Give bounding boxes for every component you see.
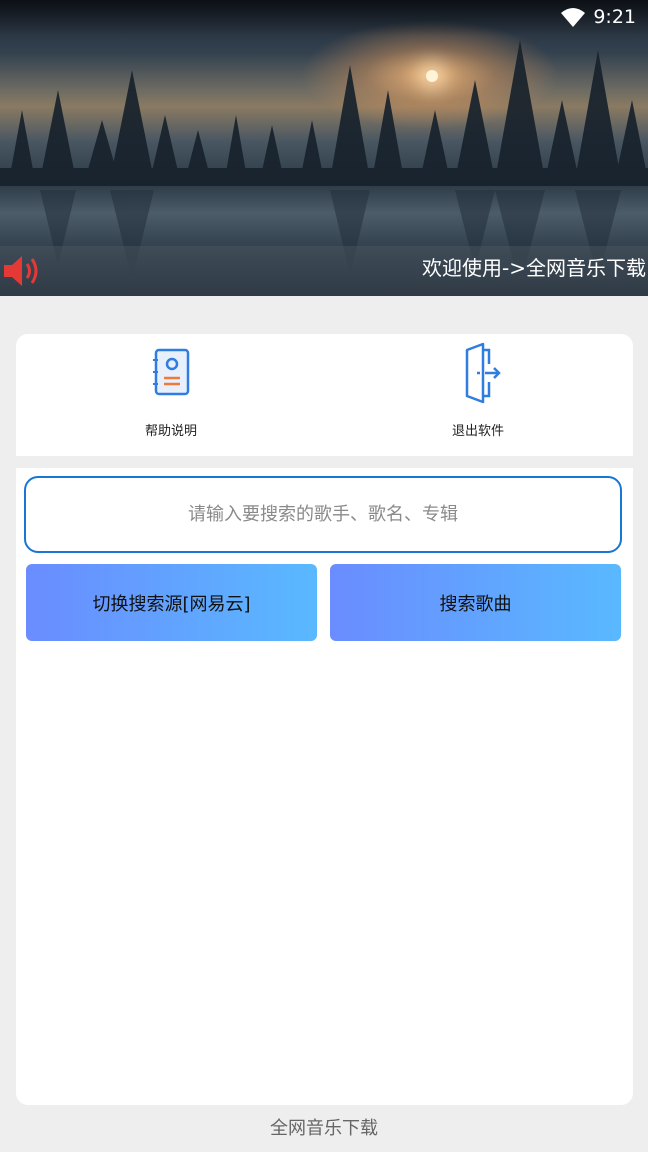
- wifi-icon: [561, 8, 585, 27]
- status-time: 9:21: [593, 6, 636, 28]
- help-document-icon: [153, 348, 190, 396]
- header-banner: 9:21 欢迎使用->全网音乐下载: [0, 0, 648, 296]
- exit-door-icon: [465, 342, 501, 404]
- status-bar: [0, 0, 648, 36]
- switch-source-label: 切换搜索源[网易云]: [92, 593, 251, 615]
- exit-label: 退出软件: [451, 424, 504, 439]
- footer-title: 全网音乐下载: [270, 1118, 378, 1139]
- main-card: 切换搜索源[网易云] 搜索歌曲: [16, 468, 633, 1105]
- switch-source-button[interactable]: 切换搜索源[网易云]: [26, 564, 317, 641]
- welcome-marquee: 欢迎使用->全网音乐下载: [422, 256, 646, 280]
- speaker-icon[interactable]: [2, 252, 44, 290]
- help-label: 帮助说明: [144, 424, 197, 439]
- search-songs-button[interactable]: 搜索歌曲: [330, 564, 621, 641]
- search-box: [24, 476, 622, 553]
- action-card: 帮助说明 退出软件: [16, 334, 633, 456]
- search-songs-label: 搜索歌曲: [439, 593, 512, 615]
- exit-button[interactable]: 退出软件: [398, 334, 558, 456]
- search-input[interactable]: [26, 504, 620, 525]
- help-button[interactable]: 帮助说明: [91, 334, 251, 456]
